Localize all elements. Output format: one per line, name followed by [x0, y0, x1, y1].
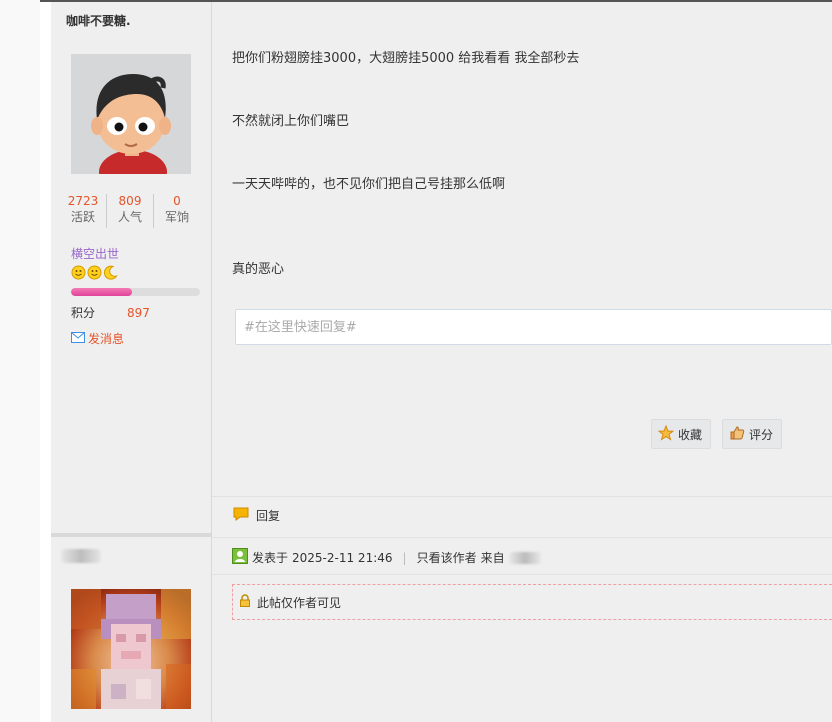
stat-value: 2723 [67, 194, 99, 208]
divider-line [212, 574, 832, 575]
stat-activity[interactable]: 2723 活跃 [60, 194, 107, 228]
locked-post-notice: 此帖仅作者可见 [232, 584, 832, 620]
points-row: 积分 897 [71, 304, 150, 321]
star-icon [657, 424, 675, 444]
level-icons [71, 265, 118, 280]
points-value: 897 [127, 306, 150, 320]
online-status-icon [232, 548, 248, 567]
rate-label: 评分 [749, 427, 774, 442]
lock-icon [239, 594, 251, 610]
post-paragraph: 不然就闭上你们嘴巴 [232, 114, 350, 129]
author-avatar-blurred[interactable] [71, 589, 191, 709]
post-divider [51, 533, 211, 537]
envelope-icon [71, 331, 85, 346]
stat-label: 活跃 [70, 210, 95, 224]
posted-prefix: 发表于 [252, 551, 289, 565]
send-message-link[interactable]: 发消息 [71, 330, 124, 347]
only-author-link[interactable]: 只看该作者 [417, 549, 477, 566]
stat-pay[interactable]: 0 军饷 [154, 194, 200, 228]
stat-label: 人气 [117, 210, 142, 224]
level-progress-bar [71, 288, 200, 296]
points-label: 积分 [71, 306, 96, 320]
divider-line [212, 496, 832, 497]
blurred-author-name[interactable] [61, 549, 101, 563]
locked-notice-text: 此帖仅作者可见 [257, 595, 342, 610]
stat-popularity[interactable]: 809 人气 [107, 194, 154, 228]
reply-link[interactable]: 回复 [232, 506, 280, 525]
posted-time: 2025-2-11 21:46 [292, 550, 393, 565]
speech-bubble-icon [232, 506, 250, 525]
from-label: 来自 [480, 551, 505, 565]
favorite-label: 收藏 [678, 427, 703, 442]
quick-reply-input[interactable] [236, 310, 831, 344]
stat-value: 0 [173, 194, 181, 208]
stat-value: 809 [118, 194, 142, 208]
reply-label: 回复 [256, 509, 281, 523]
sun-face-icon [87, 265, 102, 280]
author-avatar[interactable] [71, 54, 191, 174]
favorite-button[interactable]: 收藏 [651, 419, 711, 449]
send-message-label: 发消息 [88, 332, 125, 346]
user-group[interactable]: 横空出世 [71, 245, 119, 262]
author-name[interactable]: 咖啡不要糖. [66, 12, 131, 29]
post-paragraph: 一天天哔哔的，也不见你们把自己号挂那么低啊 [232, 177, 506, 192]
thumbs-up-icon [729, 425, 745, 444]
author-stats: 2723 活跃 809 人气 0 军饷 [60, 194, 200, 228]
quick-reply-box[interactable] [235, 309, 832, 345]
post-paragraph: 真的恶心 [232, 262, 285, 277]
post-paragraph: 把你们粉翅膀挂3000，大翅膀挂5000 给我看看 我全部秒去 [232, 51, 580, 66]
sun-face-icon [71, 265, 86, 280]
pixelated-avatar-image [71, 589, 191, 709]
stat-label: 军饷 [164, 210, 189, 224]
meta-separator: | [402, 550, 407, 565]
moon-icon [103, 265, 118, 280]
rate-button[interactable]: 评分 [722, 419, 782, 449]
cartoon-avatar-image [71, 54, 191, 174]
divider-line [212, 537, 832, 538]
level-progress-fill [71, 288, 132, 296]
post-meta: 发表于 2025-2-11 21:46 | 只看该作者 来自 [232, 548, 541, 567]
blurred-source [508, 551, 541, 564]
